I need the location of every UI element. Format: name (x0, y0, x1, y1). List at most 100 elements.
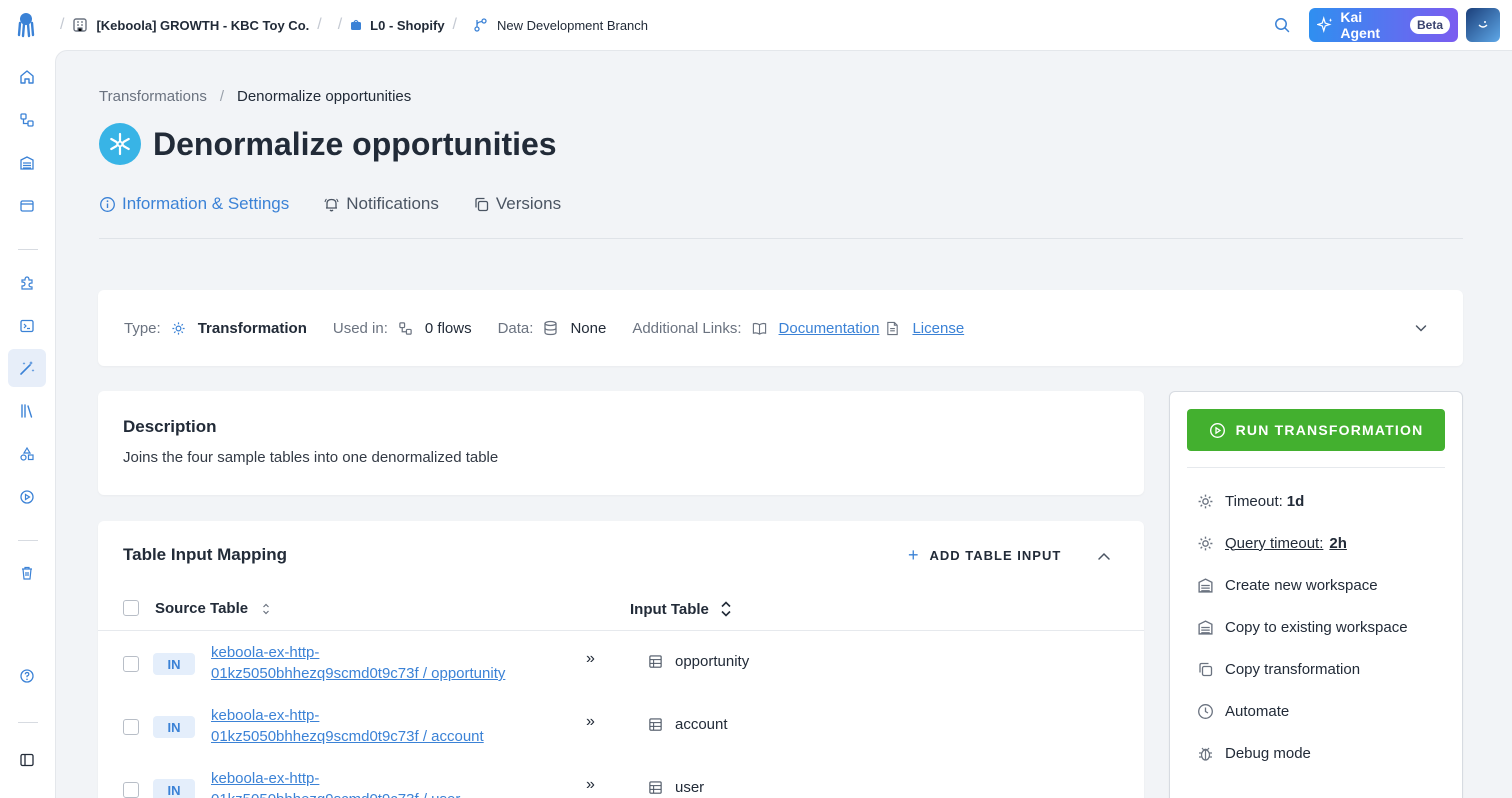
top-bar: / [Keboola] GROWTH - KBC Toy Co. / / L0 … (0, 0, 1512, 50)
source-table-link-line: keboola-ex-http- (211, 707, 320, 724)
sidebar-item-components[interactable] (8, 264, 46, 302)
add-table-input-button[interactable]: + ADD TABLE INPUT (908, 545, 1061, 566)
documentation-link[interactable]: Documentation (779, 320, 880, 337)
building-icon (73, 18, 88, 32)
timeout-setting[interactable]: Timeout: 1d (1187, 480, 1445, 522)
sidebar (0, 50, 55, 798)
search-icon (1275, 18, 1290, 33)
breadcrumb-current: Denormalize opportunities (236, 88, 412, 105)
table-row[interactable]: IN keboola-ex-http- 01kz5050bhhezq9scmd0… (98, 758, 1144, 798)
in-badge: IN (153, 716, 195, 738)
sidebar-item-help[interactable] (8, 657, 46, 695)
query-timeout-label: Query timeout: (1225, 534, 1324, 552)
description-title: Description (123, 417, 217, 436)
table-icon (649, 655, 662, 668)
tab-label: Information & Settings (122, 194, 290, 213)
keboola-logo-icon[interactable] (0, 12, 52, 38)
run-transformation-button[interactable]: RUN TRANSFORMATION (1187, 409, 1445, 451)
sidebar-item-jobs[interactable] (8, 478, 46, 516)
copy-transformation-action[interactable]: Copy transformation (1187, 648, 1445, 690)
search-button[interactable] (1267, 10, 1297, 40)
tab-bar: Information & Settings Notifications Ver… (99, 191, 1463, 239)
input-table-header[interactable]: Input Table (630, 600, 733, 618)
user-avatar[interactable] (1466, 8, 1500, 42)
collapse-input-mapping-button[interactable] (1096, 549, 1112, 567)
input-table-name: user (675, 779, 705, 796)
license-link[interactable]: License (912, 320, 964, 337)
tab-information-settings[interactable]: Information & Settings (99, 191, 289, 217)
row-checkbox[interactable] (123, 656, 139, 672)
breadcrumb: Transformations / Denormalize opportunit… (99, 88, 411, 105)
database-icon (544, 320, 558, 336)
debug-mode-action[interactable]: Debug mode (1187, 732, 1445, 774)
table-input-mapping-card: Table Input Mapping + ADD TABLE INPUT So… (98, 521, 1144, 798)
table-row[interactable]: IN keboola-ex-http- 01kz5050bhhezq9scmd0… (98, 695, 1144, 758)
info-circle-icon (100, 196, 115, 212)
double-chevron-right-icon: » (586, 650, 595, 667)
tab-versions[interactable]: Versions (473, 191, 561, 217)
select-all-checkbox[interactable] (123, 600, 139, 616)
query-timeout-setting[interactable]: Query timeout: 2h (1187, 522, 1445, 564)
table-header: Source Table Input Table (98, 585, 1144, 631)
source-table-link[interactable]: keboola-ex-http- 01kz5050bhhezq9scmd0t9c… (211, 705, 541, 747)
gear-icon (172, 321, 185, 335)
play-circle-icon (1209, 422, 1225, 438)
type-label: Type: (124, 319, 161, 337)
sidebar-divider (18, 722, 38, 723)
copy-to-workspace-action[interactable]: Copy to existing workspace (1187, 606, 1445, 648)
copy-to-workspace-label: Copy to existing workspace (1225, 618, 1408, 636)
sidebar-item-templates[interactable] (8, 392, 46, 430)
sort-icon (263, 603, 270, 614)
source-table-label: Source Table (155, 600, 249, 617)
sidebar-item-transformations[interactable] (8, 349, 46, 387)
kai-agent-button[interactable]: Kai Agent Beta (1309, 8, 1458, 42)
plus-icon: + (908, 545, 920, 565)
source-table-link[interactable]: keboola-ex-http- 01kz5050bhhezq9scmd0t9c… (211, 768, 541, 798)
snowflake-icon (99, 123, 141, 165)
double-chevron-right-icon: » (586, 713, 595, 730)
create-workspace-action[interactable]: Create new workspace (1187, 564, 1445, 606)
used-in-label: Used in: (332, 319, 388, 337)
sidebar-item-flows[interactable] (8, 101, 46, 139)
source-table-header[interactable]: Source Table (155, 600, 272, 617)
project-selector[interactable]: [Keboola] GROWTH - KBC Toy Co. (72, 17, 309, 33)
data-value: None (570, 319, 607, 337)
sidebar-item-shapes[interactable] (8, 435, 46, 473)
source-table-link-line: 01kz5050bhhezq9scmd0t9c73f / opportunity (211, 665, 506, 682)
description-card[interactable]: Description Joins the four sample tables… (98, 391, 1144, 495)
automate-action[interactable]: Automate (1187, 690, 1445, 732)
chevron-up-icon (1098, 552, 1110, 560)
sidebar-item-trash[interactable] (8, 554, 46, 592)
description-text: Joins the four sample tables into one de… (123, 449, 499, 466)
breadcrumb-separator: / (452, 16, 457, 33)
sidebar-item-storage[interactable] (8, 144, 46, 182)
sidebar-collapse-toggle[interactable] (8, 741, 46, 779)
sidebar-item-workspaces[interactable] (8, 187, 46, 225)
in-badge: IN (153, 653, 195, 675)
query-timeout-value: 2h (1329, 534, 1347, 552)
actions-panel: RUN TRANSFORMATION Timeout: 1d Query tim… (1169, 391, 1463, 798)
source-table-link-line: keboola-ex-http- (211, 770, 320, 787)
component-crumb[interactable]: L0 - Shopify (350, 18, 445, 33)
table-icon (649, 781, 662, 794)
info-card: Type: Transformation Used in: 0 flows Da… (98, 290, 1463, 366)
row-checkbox[interactable] (123, 719, 139, 735)
source-table-link-line: 01kz5050bhhezq9scmd0t9c73f / account (211, 728, 484, 745)
table-row[interactable]: IN keboola-ex-http- 01kz5050bhhezq9scmd0… (98, 632, 1144, 695)
flows-icon (20, 113, 34, 127)
browser-window-icon (20, 200, 34, 212)
add-table-input-label: ADD TABLE INPUT (929, 548, 1062, 563)
gear-icon (1198, 494, 1213, 508)
branch-selector[interactable]: New Development Branch (473, 17, 648, 33)
source-table-link[interactable]: keboola-ex-http- 01kz5050bhhezq9scmd0t9c… (211, 642, 541, 684)
kai-agent-label: Kai Agent (1340, 9, 1381, 41)
debug-mode-label: Debug mode (1225, 744, 1311, 762)
sidebar-item-home[interactable] (8, 58, 46, 96)
row-checkbox[interactable] (123, 782, 139, 798)
clock-icon (1198, 703, 1213, 719)
tab-notifications[interactable]: Notifications (323, 191, 439, 217)
breadcrumb-transformations-link[interactable]: Transformations (99, 88, 207, 105)
magic-wand-icon (20, 361, 35, 375)
expand-info-button[interactable] (1413, 320, 1429, 340)
sidebar-item-data-apps[interactable] (8, 307, 46, 345)
